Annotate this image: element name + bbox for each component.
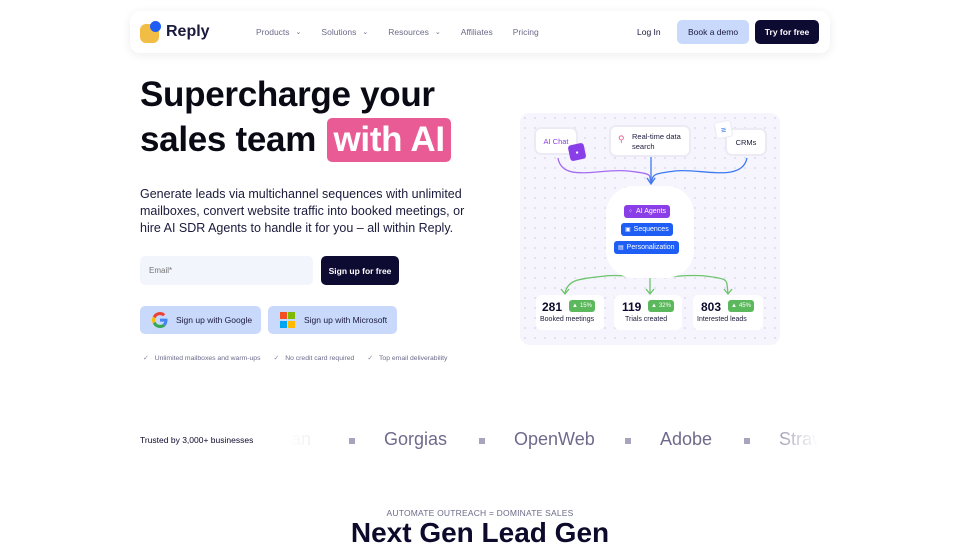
microsoft-signup-button[interactable]: Sign up with Microsoft	[268, 306, 397, 334]
customer-logo: Adobe	[660, 429, 713, 449]
section-title: Next Gen Lead Gen	[350, 517, 610, 548]
check-item: ✓ Unlimited mailboxes and warm-ups	[143, 354, 261, 363]
check-label: Unlimited mailboxes and warm-ups	[154, 354, 261, 362]
chevron-down-icon: ⌄	[295, 29, 302, 36]
stat-label: Interested leads	[697, 316, 747, 323]
hero-title-highlight: with AI	[327, 118, 451, 162]
customer-logo: Gorgias	[384, 429, 448, 449]
person-badge-icon: ▤	[618, 245, 624, 251]
menu-label: Products	[256, 27, 290, 37]
search-icon: ⚲	[618, 134, 625, 144]
brand-name[interactable]: Reply	[166, 23, 210, 41]
sparkle-icon: ⁘	[628, 209, 634, 215]
chevron-down-icon: ⌄	[434, 29, 441, 36]
book-demo-button[interactable]: Book a demo	[677, 20, 749, 44]
crms-label: CRMs	[735, 137, 757, 147]
logo-separator	[625, 438, 631, 444]
check-icon: ✓	[143, 355, 149, 362]
trusted-by-label: Trusted by 3,000+ businesses	[140, 435, 254, 445]
stat-card: 281 ▲ 15% Booked meetings	[536, 295, 604, 330]
pill-label: Personalization	[626, 244, 675, 251]
stat-value: 281	[542, 300, 563, 314]
hero-title-line2: sales team with AI	[140, 117, 451, 162]
sequences-pill: ▣ Sequences	[621, 223, 673, 236]
logo-dot	[150, 21, 161, 32]
workflow-diagram: AI Chat ▪ ⚲ Real-time data search CRMs ≡…	[520, 113, 780, 345]
pill-label: Sequences	[633, 226, 669, 233]
logo-separator	[349, 438, 355, 444]
google-button-label: Sign up with Google	[176, 315, 253, 325]
ai-chat-label: AI Chat	[543, 136, 569, 146]
check-item: ✓ Top email deliverability	[367, 354, 448, 363]
menu-item-solutions[interactable]: Solutions ⌄	[321, 27, 368, 37]
customer-logo: can	[288, 429, 312, 449]
main-menu: Products ⌄ Solutions ⌄ Resources ⌄ Affiliat…	[256, 11, 559, 53]
login-link[interactable]: Log In	[637, 27, 661, 37]
check-item: ✓ No credit card required	[273, 354, 355, 363]
stat-card: 803 ▲ 45% Interested leads	[693, 295, 763, 330]
data-search-label: Real-time data search	[632, 132, 681, 151]
menu-label: Pricing	[512, 27, 539, 37]
hero-title-text: sales team	[140, 120, 317, 159]
reply-logo-icon[interactable]	[140, 21, 162, 43]
check-label: No credit card required	[285, 354, 355, 362]
stat-change-badge: ▲ 15%	[569, 300, 595, 312]
hero-subtitle: Generate leads via multichannel sequence…	[140, 187, 465, 235]
data-search-card: ⚲ Real-time data search	[609, 125, 691, 157]
customer-logo-carousel: can Gorgias OpenWeb Adobe Strav	[288, 425, 818, 457]
microsoft-button-label: Sign up with Microsoft	[304, 315, 388, 325]
stat-value: 803	[701, 300, 722, 314]
menu-item-products[interactable]: Products ⌄	[256, 27, 301, 37]
stat-card: 119 ▲ 32% Trials created	[614, 295, 682, 330]
ai-agents-pill: ⁘ AI Agents	[624, 205, 670, 218]
stat-value: 119	[622, 300, 642, 314]
menu-item-resources[interactable]: Resources ⌄	[388, 27, 441, 37]
stat-label: Booked meetings	[540, 316, 595, 323]
check-label: Top email deliverability	[379, 354, 448, 362]
crm-connector	[650, 157, 748, 184]
stat-label: Trials created	[625, 316, 668, 323]
pill-label: AI Agents	[636, 208, 666, 215]
menu-item-affiliates[interactable]: Affiliates	[461, 27, 493, 37]
hero-title: Supercharge your sales team with AI	[140, 72, 451, 162]
chevron-down-icon: ⌄	[362, 29, 369, 36]
customer-logo: Strav	[779, 429, 818, 449]
google-icon	[152, 312, 168, 328]
email-input[interactable]	[140, 256, 313, 285]
arrow-up-icon: ▲	[651, 303, 657, 309]
microsoft-icon	[280, 312, 296, 328]
stat-change: 45%	[738, 303, 751, 309]
menu-label: Resources	[388, 27, 429, 37]
personalization-pill: ▤ Personalization	[614, 241, 679, 254]
check-icon: ✓	[273, 355, 280, 362]
logo-separator	[479, 438, 485, 444]
ai-chat-connector	[557, 157, 652, 184]
stat-change-badge: ▲ 32%	[648, 300, 674, 312]
google-signup-button[interactable]: Sign up with Google	[140, 306, 261, 334]
logo-separator	[744, 438, 750, 444]
hero-title-line1: Supercharge your	[140, 75, 435, 114]
stat-change: 32%	[658, 303, 671, 309]
stat-change: 15%	[579, 303, 592, 309]
feature-checklist: ✓ Unlimited mailboxes and warm-ups ✓ No cr…	[143, 354, 460, 363]
stat-change-badge: ▲ 45%	[728, 300, 754, 312]
lock-icon: ▣	[625, 227, 631, 233]
arrow-up-icon: ▲	[572, 303, 578, 309]
database-icon: ≡	[713, 119, 734, 140]
try-free-button[interactable]: Try for free	[755, 20, 819, 44]
reply-hub: ⁘ AI Agents ▣ Sequences ▤ Personalization	[606, 186, 694, 278]
check-icon: ✓	[367, 355, 374, 362]
signup-free-button[interactable]: Sign up for free	[321, 256, 399, 285]
menu-label: Affiliates	[460, 27, 493, 37]
chat-bubble-icon: ▪	[567, 142, 587, 162]
menu-item-pricing[interactable]: Pricing	[513, 27, 539, 37]
top-navbar: Reply Products ⌄ Solutions ⌄ Resources ⌄ Af…	[130, 11, 830, 53]
menu-label: Solutions	[321, 27, 357, 37]
arrow-up-icon: ▲	[731, 303, 737, 309]
customer-logo: OpenWeb	[514, 429, 595, 449]
